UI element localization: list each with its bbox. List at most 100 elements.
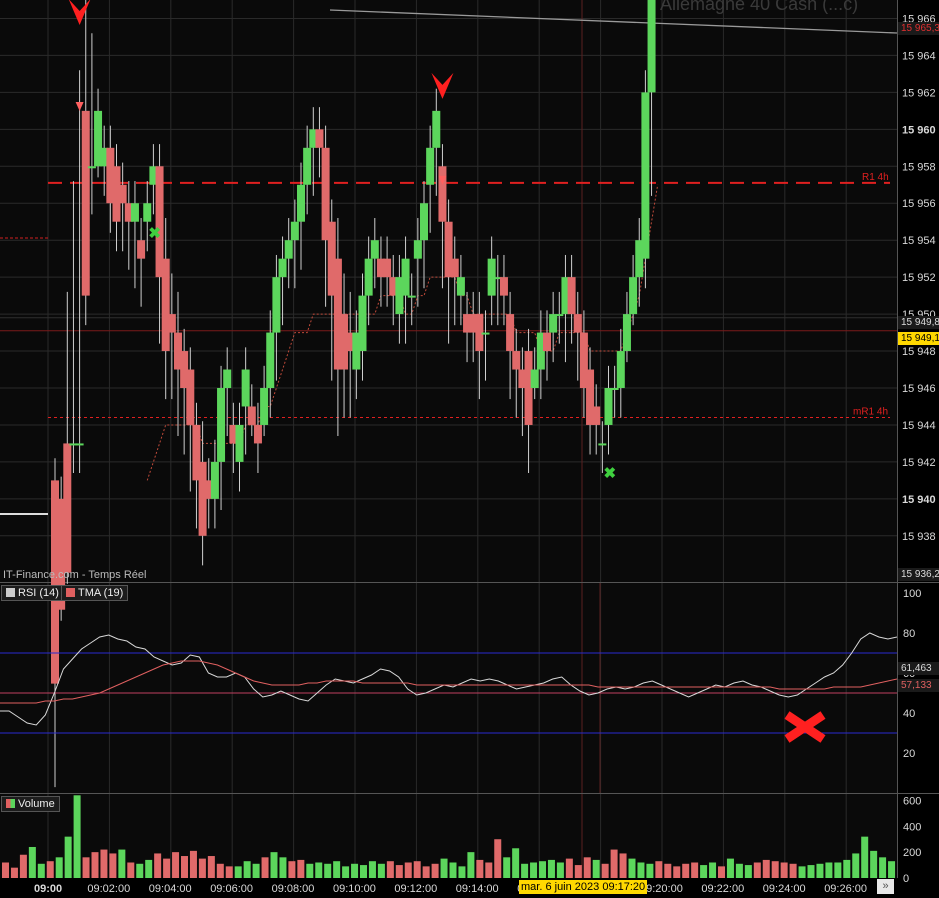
price-label-low: 15 936,2 [898, 568, 939, 581]
volume-bar [718, 866, 725, 878]
candle-body [63, 443, 72, 573]
candle-body [161, 258, 170, 352]
candle-body [266, 332, 275, 388]
candle-body [604, 388, 613, 425]
candle-body [481, 332, 490, 335]
price-tick-label: 15 948 [902, 346, 936, 358]
volume-bar [189, 850, 197, 878]
volume-bar [413, 861, 421, 878]
candle-body [235, 424, 244, 462]
volume-bar [619, 853, 627, 878]
time-tick-label: 09:04:00 [149, 883, 192, 895]
volume-bar [422, 866, 430, 878]
volume-bar [324, 863, 332, 878]
time-tick-label: 09:14:00 [456, 883, 499, 895]
legend-volume[interactable]: Volume [1, 796, 60, 812]
volume-bar [118, 849, 126, 878]
legend-volume-label: Volume [18, 798, 55, 810]
time-tick-label: 09:10:00 [333, 883, 376, 895]
volume-bar [458, 866, 466, 878]
candle-body [241, 369, 250, 407]
volume-bar [109, 853, 117, 878]
time-tick-label: 09:06:00 [210, 883, 253, 895]
volume-bar [91, 852, 99, 878]
candle-body [358, 295, 367, 352]
candle-body [253, 424, 262, 444]
candle-body [401, 258, 410, 296]
candle-body [81, 110, 90, 296]
candle-body [210, 461, 219, 499]
volume-bar [565, 858, 573, 878]
data-source: IT-Finance.com - Temps Réel [3, 569, 147, 581]
volume-bar [798, 866, 806, 878]
volume-bar [360, 865, 367, 878]
volume-bar [494, 839, 502, 878]
candle-body [622, 314, 631, 352]
volume-bar [556, 862, 564, 878]
volume-bar [368, 861, 376, 878]
volume-bar [780, 862, 788, 878]
price-tick-label: 15 958 [902, 161, 936, 173]
time-tick-label: 09:24:00 [763, 883, 806, 895]
legend-tma-label: TMA (19) [78, 587, 124, 599]
volume-bar [539, 861, 546, 878]
candle-body [247, 406, 256, 425]
candle-body [315, 129, 324, 148]
candle-body [641, 92, 650, 259]
candle-body [186, 369, 195, 425]
volume-bar [333, 861, 341, 878]
candle-body [413, 240, 422, 259]
time-tick-label: 09:02:00 [87, 883, 130, 895]
volume-bar [825, 862, 833, 878]
volume-bar [297, 859, 305, 878]
level-label: mR1 4h [853, 407, 888, 418]
volume-bar [691, 862, 699, 878]
candle-body [364, 258, 373, 296]
volume-bar [440, 858, 448, 878]
volume-bar [19, 854, 27, 878]
candle-body [647, 0, 656, 93]
volume-bar [521, 863, 529, 878]
candle-body [506, 314, 515, 352]
candle-body [130, 203, 139, 222]
candle-body [217, 388, 226, 462]
volume-bar [46, 861, 54, 878]
candle-body [592, 406, 601, 425]
price-tick-label: 15 946 [902, 383, 936, 395]
legend-tma[interactable]: TMA (19) [61, 585, 129, 601]
legend-rsi[interactable]: RSI (14) [1, 585, 64, 601]
price-tick-label: 15 944 [902, 420, 936, 432]
volume-bar [279, 857, 287, 878]
volume-bar [762, 859, 770, 878]
volume-bar [127, 862, 135, 878]
buy-cross-icon: ✖ [148, 225, 161, 242]
scroll-end-button[interactable]: » [877, 879, 894, 894]
volume-tick-label: 200 [903, 847, 921, 859]
volume-bar [82, 857, 90, 878]
volume-bar [637, 862, 645, 878]
rsi-tick-label: 80 [903, 628, 915, 640]
volume-bar [216, 863, 224, 878]
volume-bar [888, 861, 896, 878]
volume-bar [377, 863, 385, 878]
volume-bar [503, 857, 511, 878]
rsi-swatch [6, 588, 15, 597]
volume-bar [225, 866, 233, 878]
candle-body [278, 258, 287, 278]
volume-bar [771, 861, 779, 878]
price-tick-label: 15 938 [902, 531, 936, 543]
volume-bar [843, 859, 851, 878]
candle-body [567, 277, 576, 315]
volume-bar [610, 849, 618, 878]
volume-bar [55, 857, 63, 878]
volume-bar [10, 867, 18, 878]
candle-body [167, 314, 176, 333]
volume-bar [709, 862, 717, 878]
crosshair-time-label: mar. 6 juin 2023 09:17:20 [519, 880, 648, 894]
candle-body [137, 240, 146, 259]
buy-cross-icon: ✖ [604, 465, 617, 482]
volume-bar [870, 850, 878, 878]
candle-body [512, 351, 521, 370]
rsi-tick-label: 100 [903, 588, 921, 600]
level-label: R1 4h [862, 172, 889, 183]
